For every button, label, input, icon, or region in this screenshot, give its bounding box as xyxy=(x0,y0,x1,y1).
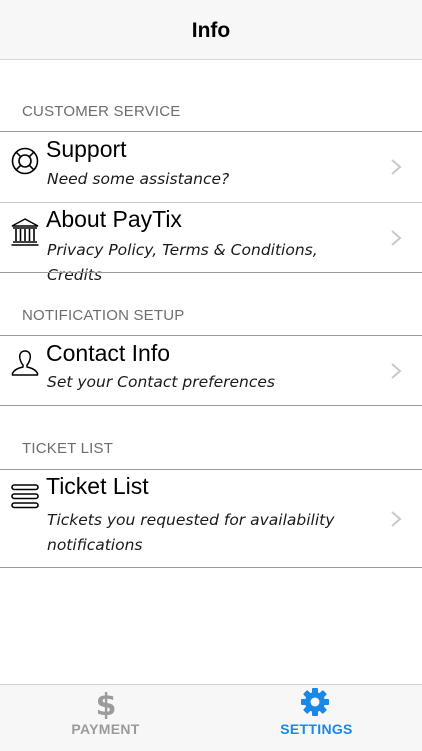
chevron-right-icon xyxy=(390,158,402,176)
tab-payment[interactable]: $ PAYMENT xyxy=(0,685,211,751)
ticket-list-row[interactable]: Ticket List Tickets you requested for av… xyxy=(0,470,422,567)
lifebuoy-icon xyxy=(10,146,40,176)
bank-icon xyxy=(10,217,40,247)
contact-info-subtitle: Set your Contact preferences xyxy=(47,373,275,391)
chevron-right-icon xyxy=(390,362,402,380)
navigation-bar: Info xyxy=(0,0,422,60)
about-paytix-row[interactable]: About PayTix Privacy Policy, Terms & Con… xyxy=(0,203,422,284)
ticket-list-title: Ticket List xyxy=(46,473,149,499)
about-paytix-title: About PayTix xyxy=(46,206,182,232)
divider xyxy=(0,567,422,568)
support-title: Support xyxy=(46,136,127,162)
contact-info-title: Contact Info xyxy=(46,340,171,366)
support-row[interactable]: Support Need some assistance? xyxy=(0,132,422,202)
contact-info-row[interactable]: Contact Info Set your Contact preference… xyxy=(0,336,422,405)
dollar-icon: $ xyxy=(93,687,119,723)
tab-settings[interactable]: SETTINGS xyxy=(211,685,422,751)
chevron-right-icon xyxy=(390,510,402,528)
divider xyxy=(0,272,422,273)
tab-payment-label: PAYMENT xyxy=(71,721,140,737)
ticket-list-subtitle: Tickets you requested for availability n… xyxy=(47,511,335,554)
section-header-notification-setup: NOTIFICATION SETUP xyxy=(22,307,185,324)
divider xyxy=(0,405,422,406)
gear-icon xyxy=(300,687,330,717)
list-icon xyxy=(11,482,39,512)
svg-text:$: $ xyxy=(96,688,117,719)
page-title: Info xyxy=(191,18,231,42)
chevron-right-icon xyxy=(390,229,402,247)
tab-settings-label: SETTINGS xyxy=(280,721,353,737)
tab-bar: $ PAYMENT SETTINGS xyxy=(0,684,422,751)
support-subtitle: Need some assistance? xyxy=(47,170,230,188)
person-icon xyxy=(10,348,40,378)
section-header-ticket-list: TICKET LIST xyxy=(22,440,114,457)
about-paytix-subtitle: Privacy Policy, Terms & Conditions, Cred… xyxy=(47,241,318,284)
section-header-customer-service: CUSTOMER SERVICE xyxy=(22,103,181,120)
